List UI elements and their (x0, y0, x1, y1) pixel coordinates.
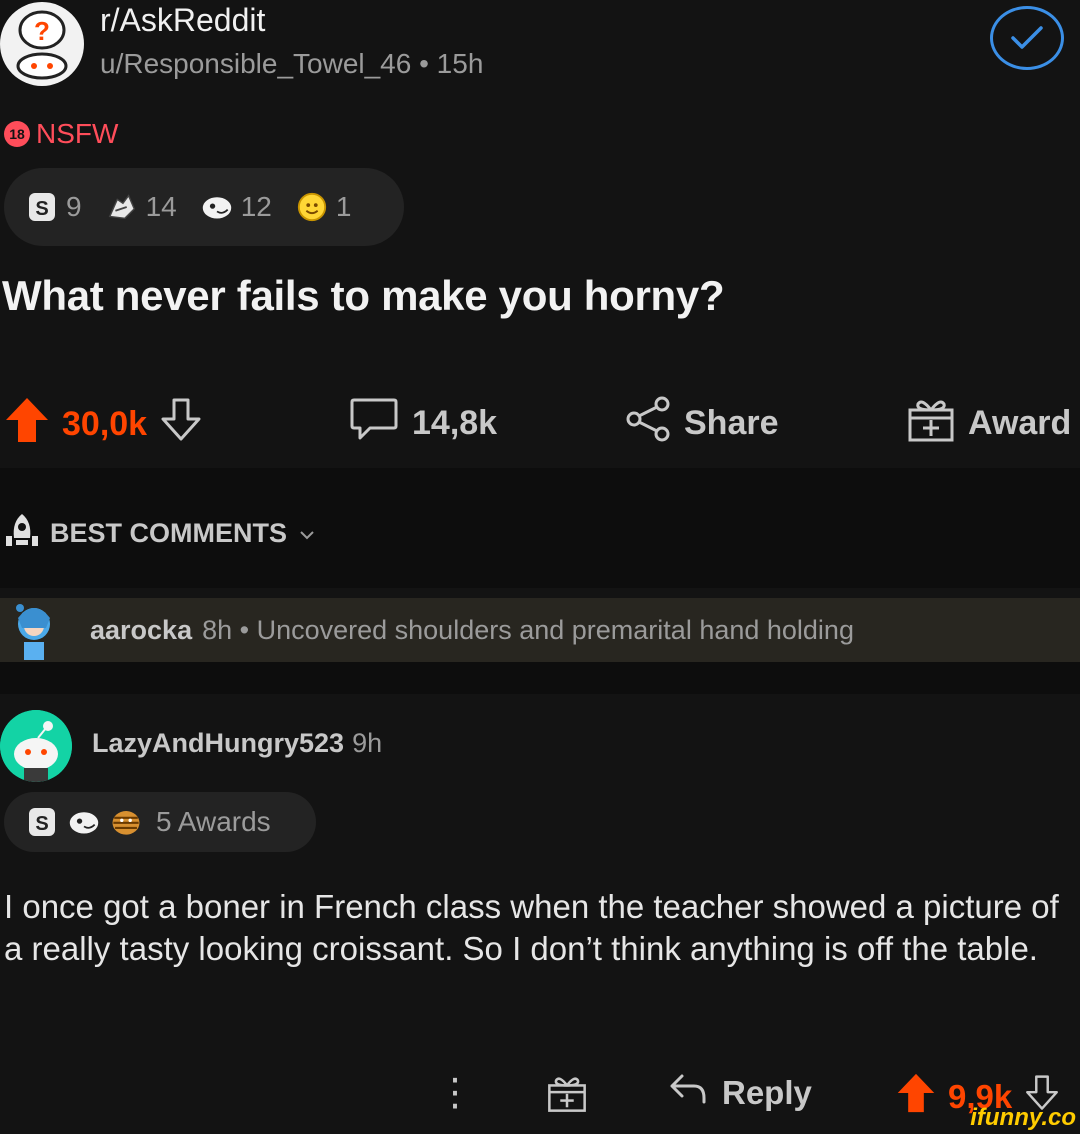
reply-button[interactable]: Reply (668, 1072, 812, 1114)
downvote-arrow-icon[interactable] (159, 397, 203, 452)
joined-button[interactable] (990, 6, 1064, 70)
comment-sort-dropdown[interactable]: BEST COMMENTS (4, 512, 317, 555)
upvote-arrow-icon[interactable] (4, 396, 50, 453)
wholesome-award-icon (201, 191, 233, 223)
reply-label: Reply (722, 1074, 812, 1111)
gift-icon[interactable] (546, 1072, 588, 1119)
post-action-bar: 30,0k 14,8k Share Award (0, 382, 1080, 464)
gold-award-icon (296, 191, 328, 223)
svg-text:?: ? (34, 16, 50, 46)
askreddit-logo-icon: ? (2, 4, 82, 84)
comment-action-bar: ⋮ Reply 9,9k (0, 1062, 1080, 1126)
share-button[interactable]: Share (626, 396, 779, 451)
award-count: 14 (145, 191, 177, 222)
subreddit-avatar[interactable]: ? (0, 2, 84, 86)
post-awards[interactable]: S 9 14 12 1 (4, 168, 404, 246)
share-label: Share (684, 404, 779, 442)
anime-avatar-icon (16, 604, 50, 660)
svg-text:S: S (35, 813, 48, 835)
collapsed-comment-preview: 8h • Uncovered shoulders and premarital … (202, 614, 854, 645)
snoo-avatar-icon (0, 710, 72, 782)
nsfw-tag: 18 NSFW (4, 118, 118, 150)
award-count: 1 (335, 191, 352, 222)
comment-divider (0, 662, 1080, 694)
award-button[interactable]: Award (906, 396, 1071, 451)
mummy-award-icon (110, 806, 142, 838)
award-count: 9 (66, 191, 82, 222)
upvote-count: 30,0k (62, 405, 148, 443)
comment-body: I once got a boner in French class when … (4, 888, 1059, 967)
award-gold: 1 (296, 191, 352, 223)
nsfw-label: NSFW (36, 118, 119, 149)
ifunny-watermark: ifunny.co (970, 1104, 1076, 1131)
comment-author[interactable]: LazyAndHungry523 9h (92, 728, 382, 759)
gift-icon (906, 396, 956, 451)
chevron-down-icon (297, 518, 317, 549)
comment-age: 9h (352, 728, 383, 758)
upvote-arrow-icon[interactable] (896, 1072, 936, 1122)
rocket-icon (4, 512, 40, 555)
comment-username[interactable]: LazyAndHungry523 (92, 728, 344, 758)
award-helpful: 14 (106, 191, 177, 223)
comment-awards[interactable]: S 5 Awards (4, 792, 316, 852)
user-avatar[interactable] (0, 710, 72, 782)
reply-arrow-icon (668, 1072, 708, 1114)
sort-label: BEST COMMENTS (50, 518, 288, 548)
comments-button[interactable]: 14,8k (348, 396, 497, 451)
award-silver: S 9 (26, 191, 82, 223)
post-author-meta[interactable]: u/Responsible_Towel_46 • 15h (100, 48, 483, 80)
post-title[interactable]: What never fails to make you horny? (2, 272, 725, 320)
vote-controls: 30,0k (4, 396, 203, 453)
silver-award-icon: S (26, 806, 58, 838)
svg-text:S: S (35, 198, 48, 220)
award-wholesome: 12 (201, 191, 272, 223)
award-label: Award (968, 404, 1072, 442)
helpful-award-icon (106, 191, 138, 223)
comment-username[interactable]: aarocka (90, 615, 192, 646)
awards-count-label: 5 Awards (156, 806, 271, 837)
share-icon (626, 396, 672, 451)
collapsed-comment[interactable]: aarocka 8h • Uncovered shoulders and pre… (0, 598, 1080, 662)
user-avatar (6, 598, 62, 662)
wholesome-award-icon (68, 806, 100, 838)
subreddit-name[interactable]: r/AskReddit (100, 2, 265, 39)
comment-bubble-icon (348, 396, 400, 451)
award-count: 12 (240, 191, 272, 222)
nsfw-18-icon: 18 (4, 121, 30, 147)
more-options-icon[interactable]: ⋮ (436, 1070, 474, 1115)
silver-award-icon: S (26, 191, 58, 223)
checkmark-icon (1011, 26, 1043, 49)
comment-count: 14,8k (412, 404, 498, 442)
